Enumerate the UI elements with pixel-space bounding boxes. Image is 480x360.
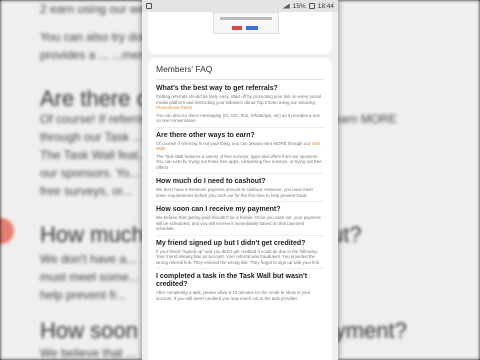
dialog-thumbnail bbox=[213, 12, 279, 34]
battery-icon bbox=[308, 3, 315, 9]
faq-question[interactable]: My friend signed up but I didn't get cre… bbox=[156, 240, 324, 248]
bg-line: provides a ... ...ment bbox=[40, 48, 149, 62]
signal-icon bbox=[282, 3, 290, 9]
promotional-panel-link[interactable]: Promotional Panel. bbox=[156, 105, 193, 110]
faq-card: Members' FAQ What's the best way to get … bbox=[148, 58, 332, 360]
faq-question[interactable]: Are there other ways to earn? bbox=[156, 132, 324, 140]
faq-question[interactable]: I completed a task in the Task Wall but … bbox=[156, 273, 324, 289]
faq-answer: Of course! If referring is not your thin… bbox=[156, 140, 321, 152]
phone-screen: 15% 18:44 Members' FAQ What's the best w… bbox=[142, 0, 338, 360]
faq-answer: Getting referrals should be fairly easy.… bbox=[156, 94, 321, 110]
battery-percent: 15% bbox=[292, 2, 306, 10]
faq-answer: The Task Wall features a variety of free… bbox=[156, 153, 322, 170]
bg-line: free surveys, or... bbox=[40, 184, 133, 198]
divider bbox=[156, 234, 324, 236]
divider bbox=[156, 268, 324, 269]
dialog-ok-button bbox=[246, 26, 258, 30]
divider bbox=[156, 173, 324, 174]
faq-title: Members' FAQ bbox=[156, 64, 324, 80]
status-bar: 15% 18:44 bbox=[142, 0, 338, 12]
clock: 18:44 bbox=[317, 2, 334, 10]
promo-card bbox=[148, 12, 332, 54]
bg-line: through our Task ... bbox=[40, 130, 143, 144]
dialog-cancel-button bbox=[232, 26, 242, 30]
divider bbox=[156, 126, 324, 128]
faq-answer: If your friend "signed up" and you didn'… bbox=[156, 248, 321, 265]
divider bbox=[156, 201, 324, 202]
faq-answer: We don't have a minimum payment amount t… bbox=[156, 187, 313, 198]
faq-answer: We believe that getting paid shouldn't b… bbox=[156, 215, 321, 231]
notification-icon bbox=[146, 3, 152, 9]
faq-answer: You can also try direct messaging (IG, D… bbox=[156, 112, 320, 124]
faq-question[interactable]: How much do I need to cashout? bbox=[156, 178, 324, 186]
faq-answer: After completing a task, please allow 5-… bbox=[156, 290, 311, 301]
faq-question[interactable]: How soon can I receive my payment? bbox=[156, 206, 324, 214]
decorative-dot bbox=[0, 218, 14, 244]
faq-question[interactable]: What's the best way to get referrals? bbox=[156, 85, 324, 93]
bg-line: help prevent fr... bbox=[40, 288, 127, 302]
